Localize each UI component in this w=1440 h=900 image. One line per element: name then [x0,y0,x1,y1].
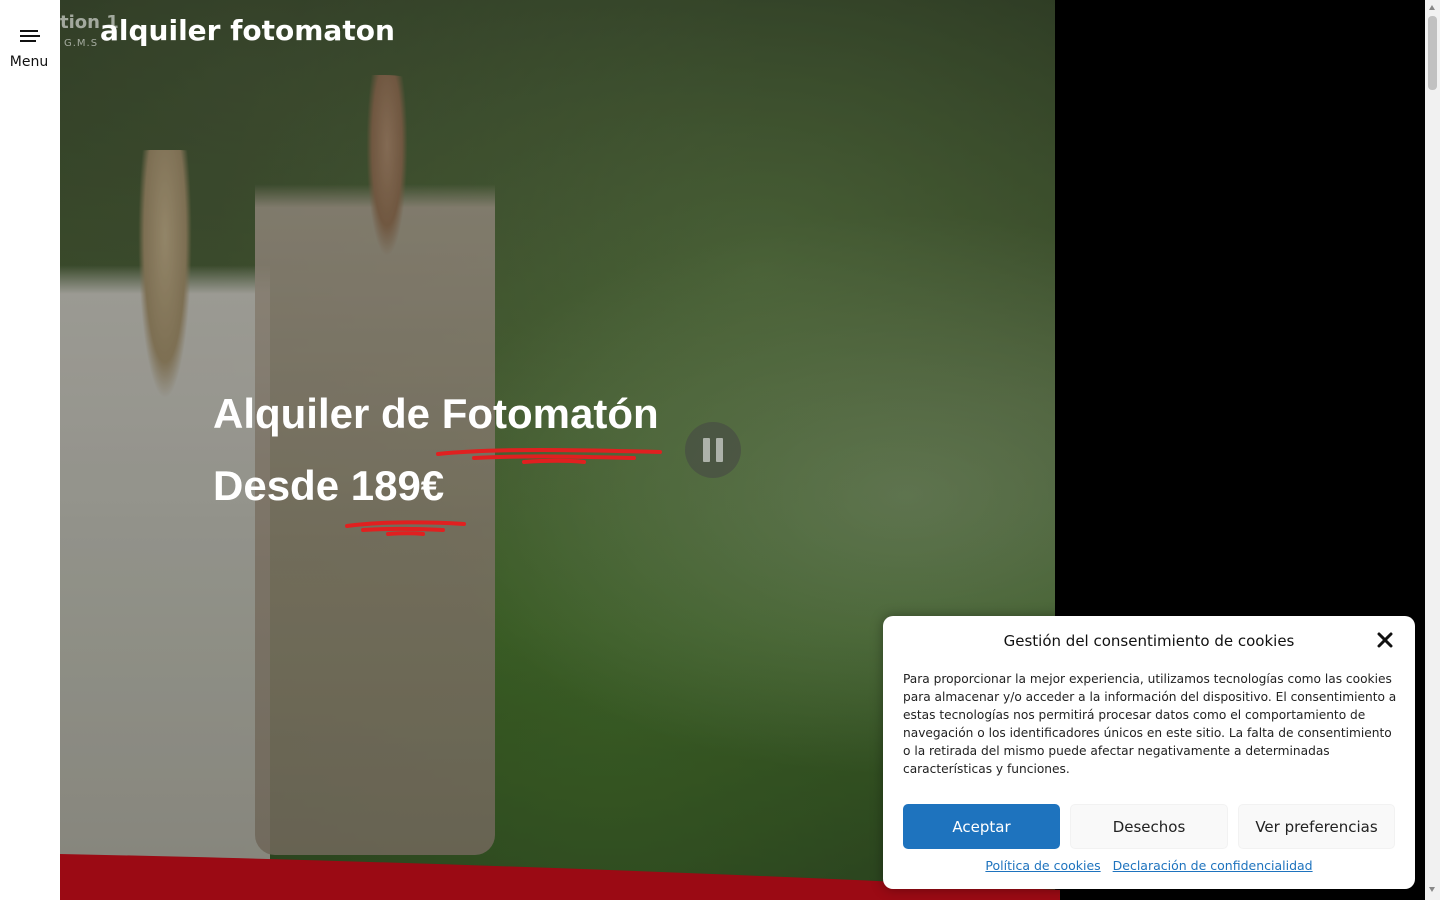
video-pause-button[interactable] [685,422,741,478]
headline-highlight-text-2: 189€ [350,462,445,509]
headline-line-1: Alquiler de Fotomatón [213,378,662,464]
close-icon[interactable] [1375,630,1395,650]
scroll-down-arrow-icon[interactable] [1429,887,1435,892]
view-preferences-button[interactable]: Ver preferencias [1238,804,1395,849]
site-title-link[interactable]: alquiler fotomaton [100,14,395,47]
headline-highlight-price: 189€ [344,450,466,536]
cookie-consent-banner: Gestión del consentimiento de cookies Pa… [883,616,1415,889]
accept-cookies-button[interactable]: Aceptar [903,804,1060,849]
cookie-banner-message: Para proporcionar la mejor experiencia, … [903,672,1397,776]
headline-highlight-text-1: Fotomatón [441,390,659,437]
brush-underline-icon [435,448,662,464]
headline-line-1-prefix: Alquiler de [213,390,442,437]
hamburger-icon [20,30,40,42]
page-scrollbar[interactable] [1425,0,1440,900]
scrollbar-thumb[interactable] [1428,16,1437,90]
logo-ghost-subtext: G.M.S [64,38,99,49]
hero-headline: Alquiler de Fotomatón Desde 189€ [213,378,662,536]
cookie-policy-links: Política de cookies Declaración de confi… [883,858,1415,873]
cookie-banner-title: Gestión del consentimiento de cookies [1003,632,1295,650]
side-menu-bar: Menu [0,0,60,900]
scroll-up-arrow-icon[interactable] [1429,5,1435,10]
deny-cookies-button[interactable]: Desechos [1070,804,1228,849]
headline-line-2-prefix: Desde [213,462,351,509]
menu-button[interactable]: Menu [0,20,60,76]
brush-underline-icon [344,520,466,536]
menu-label: Menu [9,54,49,70]
privacy-statement-link[interactable]: Declaración de confidencialidad [1113,858,1313,873]
headline-highlight-fotomaton: Fotomatón [435,378,662,464]
cookie-policy-link[interactable]: Política de cookies [985,858,1100,873]
